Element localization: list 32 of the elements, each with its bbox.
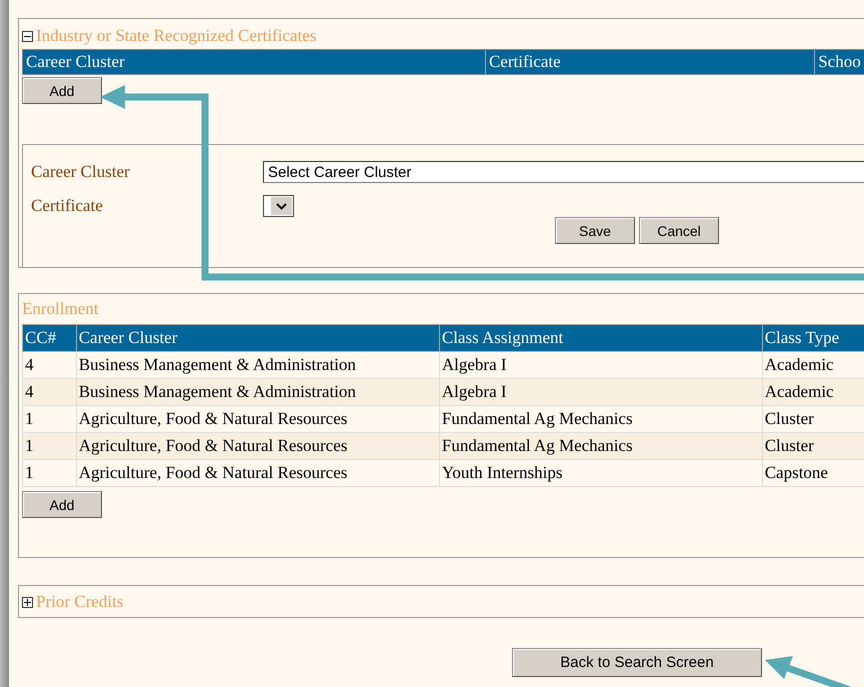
section-title: Enrollment <box>22 299 98 319</box>
cancel-button[interactable]: Cancel <box>639 217 719 244</box>
collapse-icon[interactable] <box>22 30 33 42</box>
table-cell: 1 <box>22 432 76 460</box>
column-header: Class Assignment <box>439 324 762 352</box>
table-cell: Agriculture, Food & Natural Resources <box>76 460 440 486</box>
column-header: Class Type <box>762 324 864 352</box>
column-header: Schoo <box>815 50 864 74</box>
career-cluster-select[interactable]: Select Career Cluster <box>263 161 864 183</box>
table-cell: Algebra I <box>439 378 762 406</box>
table-cell: 1 <box>22 460 76 486</box>
table-cell: Business Management & Administration <box>76 378 440 406</box>
table-cell: Youth Internships <box>439 460 762 486</box>
section-title: Industry or State Recognized Certificates <box>36 26 316 46</box>
back-button[interactable]: Back to Search Screen <box>512 648 762 677</box>
table-cell: Academic <box>762 378 864 406</box>
section-title: Prior Credits <box>36 592 124 612</box>
save-button[interactable]: Save <box>555 217 635 244</box>
add-button[interactable]: Add <box>22 491 102 518</box>
table-cell: 4 <box>22 378 76 406</box>
table-cell: Cluster <box>762 432 864 460</box>
column-header: Career Cluster <box>76 324 440 352</box>
field-label: Certificate <box>31 196 104 216</box>
column-header: Career Cluster <box>23 50 486 74</box>
add-button[interactable]: Add <box>22 77 102 104</box>
field-label: Career Cluster <box>31 162 131 182</box>
column-header: Certificate <box>486 50 816 74</box>
table-cell: Agriculture, Food & Natural Resources <box>76 432 440 460</box>
certificate-dropdown[interactable] <box>263 195 294 217</box>
column-header: CC# <box>22 324 76 352</box>
table-cell: Fundamental Ag Mechanics <box>439 432 762 460</box>
expand-icon[interactable] <box>22 596 33 608</box>
